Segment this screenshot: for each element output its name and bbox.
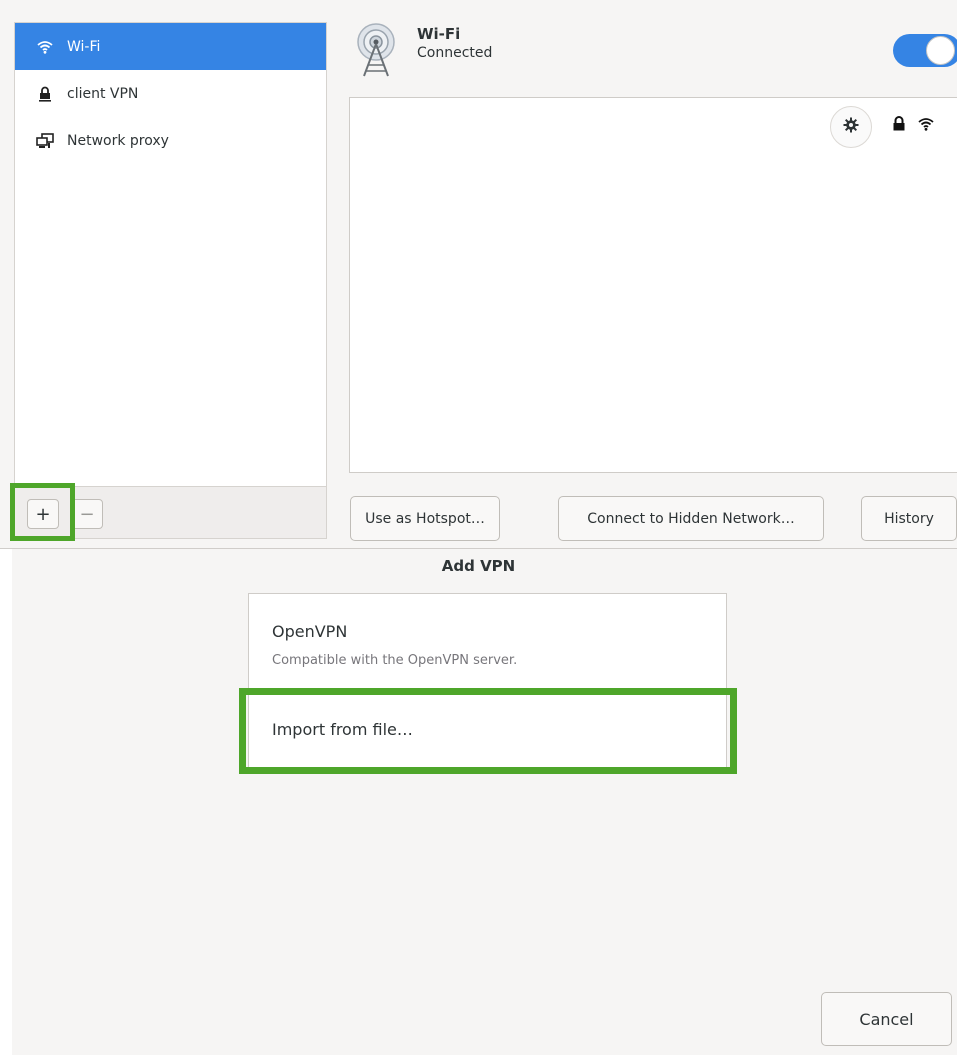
- page-title: Wi-Fi: [417, 25, 461, 43]
- vpn-option-title: OpenVPN: [272, 622, 348, 641]
- history-button[interactable]: History: [861, 496, 957, 541]
- add-button-highlight: [10, 483, 75, 541]
- sidebar-item-wifi[interactable]: Wi-Fi: [15, 23, 326, 70]
- vpn-option-openvpn[interactable]: OpenVPN Compatible with the OpenVPN serv…: [249, 594, 726, 689]
- use-as-hotspot-button[interactable]: Use as Hotspot…: [350, 496, 500, 541]
- network-settings-panel: Wi-Fi client VPN Network proxy + − Wi-Fi…: [0, 0, 957, 548]
- sidebar-item-label: client VPN: [67, 85, 139, 102]
- wifi-tower-icon: [354, 20, 402, 80]
- wifi-toggle-switch[interactable]: [893, 34, 957, 67]
- vpn-option-description: Compatible with the OpenVPN server.: [272, 653, 518, 668]
- remove-connection-button[interactable]: −: [71, 499, 103, 529]
- dialog-edge: [0, 549, 12, 1056]
- sidebar-item-label: Wi-Fi: [67, 38, 101, 55]
- sidebar-item-client-vpn[interactable]: client VPN: [15, 70, 326, 117]
- network-list: [349, 97, 957, 473]
- import-option-highlight: [239, 688, 737, 774]
- connection-status: Connected: [417, 45, 493, 61]
- dialog-title: Add VPN: [441, 557, 516, 575]
- wifi-icon: [34, 38, 56, 56]
- sidebar-item-label: Network proxy: [67, 132, 169, 149]
- gear-icon: [843, 117, 859, 137]
- toggle-knob: [926, 36, 955, 65]
- network-settings-button[interactable]: [830, 106, 872, 148]
- lock-icon: [892, 116, 906, 136]
- wifi-signal-icon: [918, 116, 934, 135]
- vpn-lock-icon: [34, 85, 56, 103]
- cancel-button[interactable]: Cancel: [821, 992, 952, 1046]
- network-proxy-icon: [34, 132, 56, 150]
- sidebar-item-network-proxy[interactable]: Network proxy: [15, 117, 326, 164]
- add-vpn-dialog: Add VPN OpenVPN Compatible with the Open…: [0, 548, 957, 1056]
- sidebar: Wi-Fi client VPN Network proxy + −: [14, 22, 327, 539]
- connect-hidden-network-button[interactable]: Connect to Hidden Network…: [558, 496, 824, 541]
